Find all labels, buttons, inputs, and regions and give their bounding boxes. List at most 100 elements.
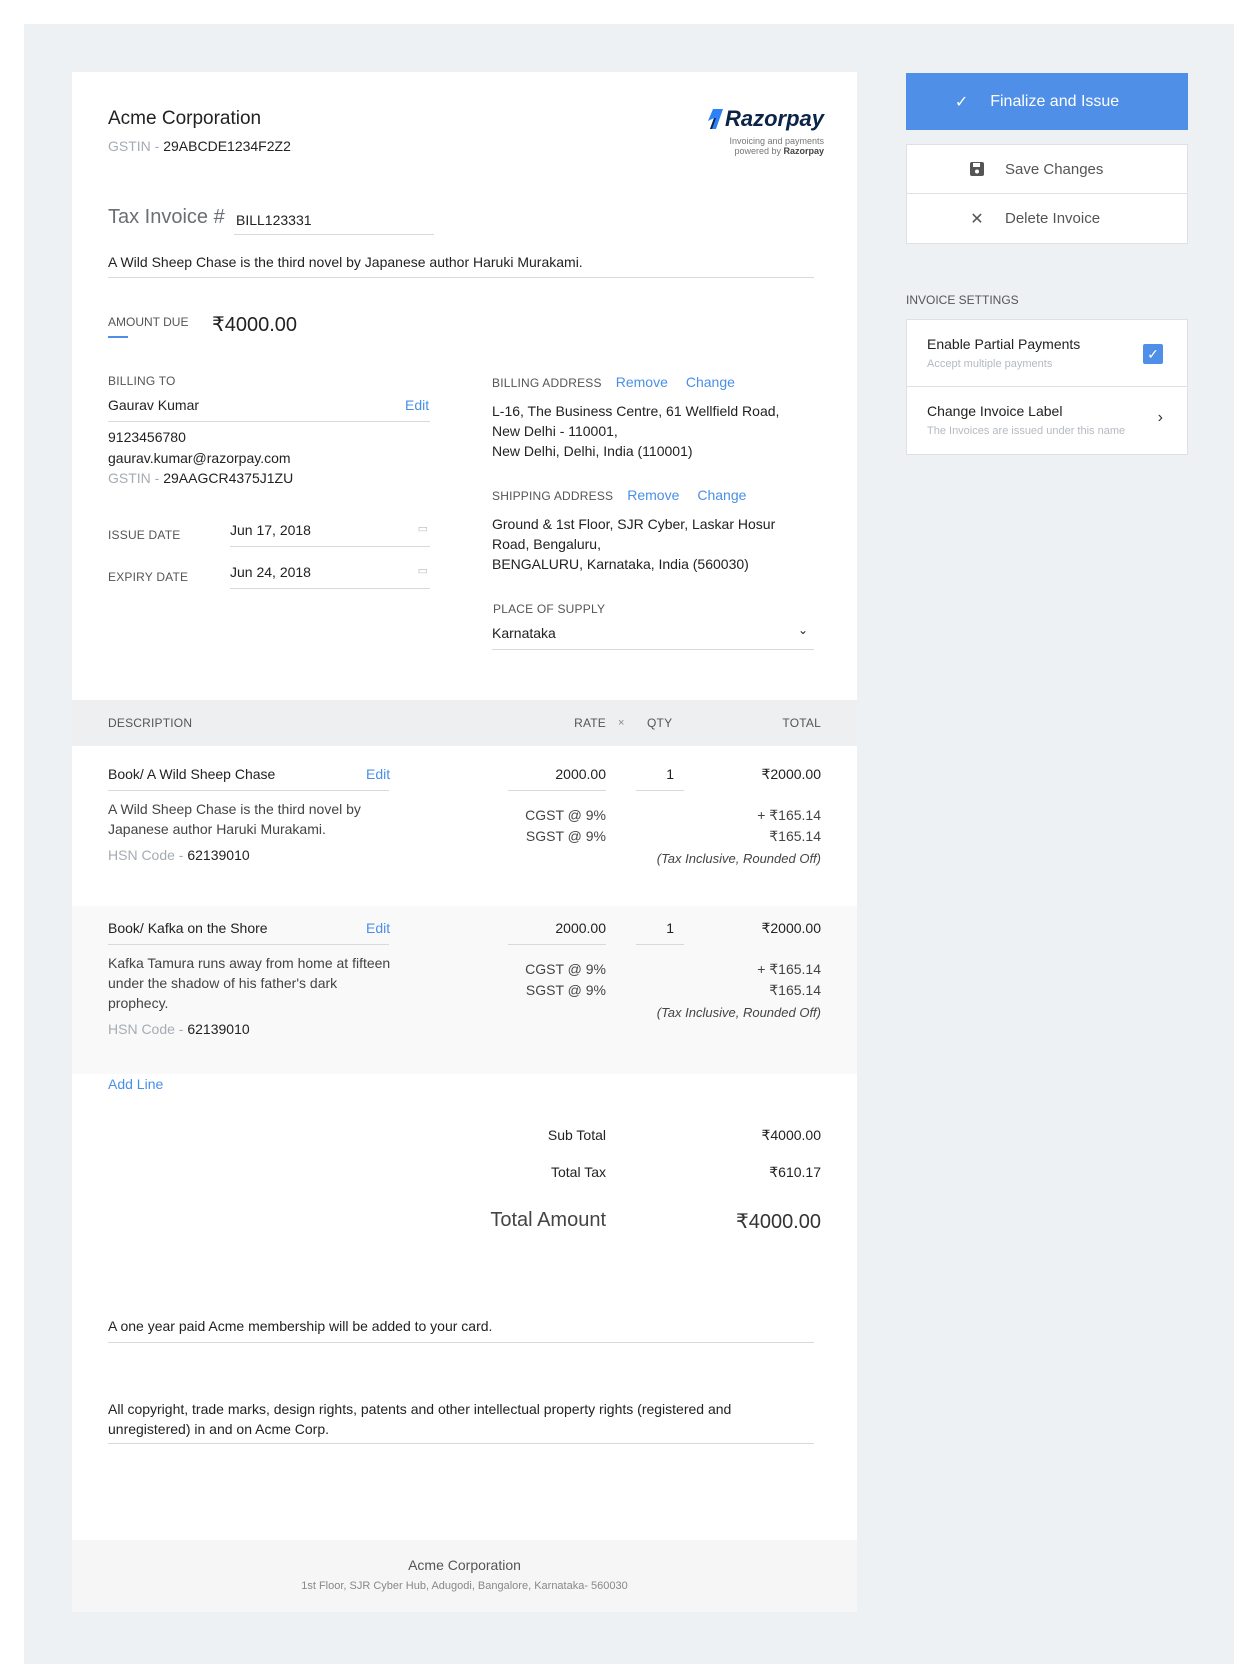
terms-input[interactable]: All copyright, trade marks, design right…	[108, 1399, 814, 1444]
expiry-date-input[interactable]: Jun 24, 2018 ▭	[230, 564, 430, 589]
item-name: Book/ Kafka on the Shore	[108, 920, 268, 936]
floppy-disk-icon	[969, 161, 985, 177]
razorpay-mark-icon	[707, 109, 723, 129]
billing-address-line3: New Delhi, Delhi, India (110001)	[492, 443, 693, 459]
item-description-line: under the shadow of his father's dark	[108, 975, 338, 991]
hsn-value: 62139010	[187, 1021, 250, 1037]
place-of-supply-select[interactable]: Karnataka ⌄	[492, 623, 814, 650]
cgst-label: CGST @ 9%	[525, 807, 606, 823]
expiry-date-label: EXPIRY DATE	[108, 570, 189, 584]
amount-due-underline	[108, 336, 128, 338]
total-tax-label: Total Tax	[551, 1164, 606, 1180]
tax-inclusive-note: (Tax Inclusive, Rounded Off)	[656, 1005, 821, 1020]
hsn-value: 62139010	[187, 847, 250, 863]
terms-line: All copyright, trade marks, design right…	[108, 1401, 732, 1417]
item-total: ₹2000.00	[761, 766, 821, 782]
item-hsn: HSN Code - 62139010	[108, 847, 250, 863]
issue-date-label: ISSUE DATE	[108, 528, 181, 542]
invoice-settings-label: INVOICE SETTINGS	[906, 293, 1019, 307]
cgst-value: + ₹165.14	[757, 807, 821, 823]
invoice-note-input[interactable]: A one year paid Acme membership will be …	[108, 1318, 814, 1343]
col-total: TOTAL	[782, 716, 821, 730]
partial-payments-checkbox[interactable]: ✓	[1143, 344, 1163, 364]
item-rate-input[interactable]: 2000.00	[508, 766, 606, 791]
footer-address: 1st Floor, SJR Cyber Hub, Adugodi, Banga…	[301, 1580, 628, 1592]
shipping-address-line3: BENGALURU, Karnataka, India (560030)	[492, 556, 749, 572]
item-name-field: Book/ A Wild Sheep Chase	[108, 766, 389, 791]
invoice-footer: Acme Corporation 1st Floor, SJR Cyber Hu…	[72, 1540, 857, 1612]
company-name: Acme Corporation	[108, 108, 262, 129]
issue-date-input[interactable]: Jun 17, 2018 ▭	[230, 522, 430, 547]
shipping-address-remove-link[interactable]: Remove	[627, 487, 679, 503]
customer-gstin-value: 29AAGCR4375J1ZU	[163, 470, 294, 486]
subtotal-value: ₹4000.00	[761, 1127, 821, 1143]
issue-date-value: Jun 17, 2018	[230, 522, 311, 538]
edit-item-link[interactable]: Edit	[366, 920, 390, 936]
delete-invoice-button[interactable]: ✕ Delete Invoice	[907, 194, 1187, 243]
shipping-address-header: SHIPPING ADDRESS Remove Change	[492, 487, 746, 503]
check-icon: ✓	[954, 93, 969, 111]
invoice-number-input[interactable]: BILL123331	[234, 209, 434, 235]
item-name-field: Book/ Kafka on the Shore	[108, 920, 389, 945]
tax-inclusive-note: (Tax Inclusive, Rounded Off)	[656, 851, 821, 866]
col-rate: RATE	[574, 716, 606, 730]
billing-address-change-link[interactable]: Change	[686, 374, 735, 390]
col-times: ×	[618, 717, 625, 729]
amount-due-label: AMOUNT DUE	[108, 315, 189, 329]
edit-item-link[interactable]: Edit	[366, 766, 390, 782]
customer-gstin-label: GSTIN -	[108, 470, 160, 486]
sgst-label: SGST @ 9%	[525, 982, 606, 998]
invoice-label-title: Change Invoice Label	[927, 403, 1063, 419]
subtotal-label: Sub Total	[547, 1127, 606, 1143]
gstin-value: 29ABCDE1234F2Z2	[163, 138, 291, 154]
shipping-address-label: SHIPPING ADDRESS	[492, 489, 614, 503]
shipping-address-change-link[interactable]: Change	[697, 487, 746, 503]
brand-tagline-2-strong: Razorpay	[783, 146, 824, 156]
invoice-settings-panel: Enable Partial Payments Accept multiple …	[906, 319, 1188, 455]
col-description: DESCRIPTION	[108, 716, 193, 730]
invoice-label-subtitle: The Invoices are issued under this name	[927, 425, 1126, 437]
finalize-issue-button[interactable]: ✓ Finalize and Issue	[906, 73, 1188, 130]
hsn-label: HSN Code -	[108, 847, 184, 863]
item-total: ₹2000.00	[761, 920, 821, 936]
shipping-address-line2: Road, Bengaluru,	[492, 536, 601, 552]
billing-address-remove-link[interactable]: Remove	[616, 374, 668, 390]
item-description-line: Japanese author Haruki Murakami.	[108, 821, 326, 837]
place-of-supply-label: PLACE OF SUPPLY	[493, 602, 606, 616]
place-of-supply-value: Karnataka	[492, 625, 556, 641]
add-line-link[interactable]: Add Line	[108, 1076, 163, 1092]
item-name: Book/ A Wild Sheep Chase	[108, 766, 276, 782]
invoice-label-setting[interactable]: Change Invoice Label The Invoices are is…	[907, 387, 1187, 454]
item-description-line: prophecy.	[108, 995, 169, 1011]
billing-address-header: BILLING ADDRESS Remove Change	[492, 374, 735, 390]
close-icon: ✕	[970, 210, 984, 228]
item-qty-input[interactable]: 1	[636, 766, 684, 791]
calendar-icon: ▭	[417, 523, 428, 535]
customer-gstin: GSTIN - 29AAGCR4375J1ZU	[108, 470, 293, 486]
shipping-address-text: Ground & 1st Floor, SJR Cyber, Laskar Ho…	[492, 514, 775, 574]
item-description: Kafka Tamura runs away from home at fift…	[108, 953, 390, 1013]
billing-to-label: BILLING TO	[108, 374, 176, 388]
col-qty: QTY	[647, 716, 673, 730]
hsn-label: HSN Code -	[108, 1021, 184, 1037]
edit-customer-link[interactable]: Edit	[405, 397, 429, 413]
customer-name-field: Gaurav Kumar	[108, 397, 430, 422]
invoice-description-input[interactable]: A Wild Sheep Chase is the third novel by…	[108, 254, 814, 278]
partial-payments-subtitle: Accept multiple payments	[927, 358, 1053, 370]
item-qty-input[interactable]: 1	[636, 920, 684, 945]
billing-address-line2: New Delhi - 110001,	[492, 423, 618, 439]
cgst-value: + ₹165.14	[757, 961, 821, 977]
brand-tagline-1: Invoicing and payments	[729, 136, 824, 146]
brand-tagline-2: powered by Razorpay	[706, 146, 824, 156]
amount-due-value: ₹4000.00	[212, 314, 298, 336]
chevron-right-icon: ›	[1157, 409, 1163, 426]
sgst-value: ₹165.14	[769, 982, 821, 998]
billing-address-label: BILLING ADDRESS	[492, 376, 602, 390]
razorpay-logo: Razorpay Invoicing and payments powered …	[706, 106, 824, 166]
gstin-label: GSTIN -	[108, 138, 160, 154]
company-gstin: GSTIN - 29ABCDE1234F2Z2	[108, 138, 291, 154]
item-rate-input[interactable]: 2000.00	[508, 920, 606, 945]
save-changes-button[interactable]: Save Changes	[907, 145, 1187, 194]
partial-payments-setting[interactable]: Enable Partial Payments Accept multiple …	[907, 320, 1187, 387]
customer-email: gaurav.kumar@razorpay.com	[108, 450, 291, 466]
